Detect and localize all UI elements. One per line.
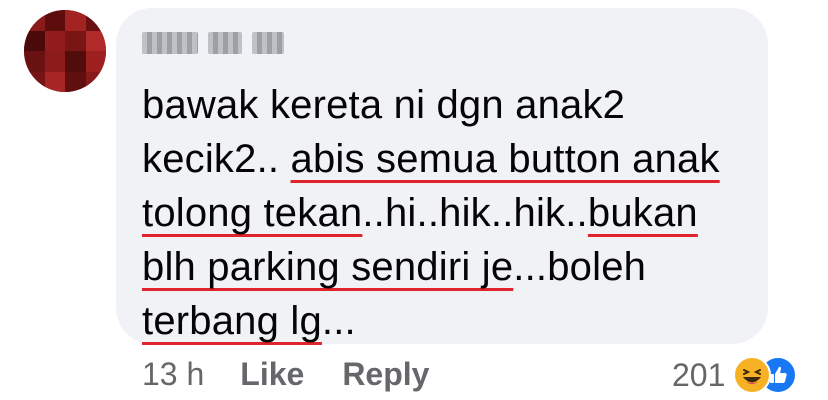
avatar-pixel <box>85 10 106 31</box>
underlined-phrase: terbang lg <box>142 299 322 343</box>
blurred-name-part <box>142 32 198 54</box>
comment-bubble: bawak kereta ni dgn anak2 kecik2.. abis s… <box>116 8 768 344</box>
avatar[interactable] <box>24 10 106 92</box>
like-button[interactable]: Like <box>240 356 304 393</box>
underlined-phrase: bukan <box>587 191 698 235</box>
comment-line: kecik2.. abis semua button anak <box>142 132 762 186</box>
comment-line: tolong tekan..hi..hik..hik..bukan <box>142 186 762 240</box>
comment-phrase: ..hi..hik..hik.. <box>362 191 588 235</box>
avatar-pixel <box>85 71 106 92</box>
comment-phrase: kecik2.. <box>142 137 291 181</box>
avatar-pixel <box>24 51 45 72</box>
comment-line: terbang lg... <box>142 294 762 348</box>
author-name[interactable] <box>142 32 284 54</box>
avatar-pixel <box>44 51 65 72</box>
underlined-phrase: blh parking sendiri je <box>142 245 514 289</box>
avatar-pixel <box>65 51 86 72</box>
avatar-pixel <box>24 71 45 92</box>
timestamp-link[interactable]: 13 h <box>142 356 204 393</box>
underlined-phrase: abis semua button anak <box>290 137 720 181</box>
comment-line: bawak kereta ni dgn anak2 <box>142 78 762 132</box>
avatar-pixel <box>85 51 106 72</box>
avatar-pixel <box>65 10 86 31</box>
reply-button[interactable]: Reply <box>342 356 429 393</box>
comment-phrase: bawak kereta ni dgn anak2 <box>142 83 626 127</box>
comment-text: bawak kereta ni dgn anak2 kecik2.. abis s… <box>142 78 762 348</box>
avatar-pixel <box>24 30 45 51</box>
avatar-pixel <box>65 30 86 51</box>
underlined-phrase: tolong tekan <box>142 191 363 235</box>
comment-phrase: ... <box>321 299 356 343</box>
blurred-name-part <box>252 32 284 54</box>
comment-phrase: ...boleh <box>513 245 647 289</box>
haha-icon <box>733 356 772 394</box>
avatar-pixel <box>44 10 65 31</box>
comment-actions: 13 h Like Reply <box>142 356 467 393</box>
reaction-summary[interactable]: 201 <box>672 356 798 394</box>
comment-line: blh parking sendiri je...boleh <box>142 240 762 294</box>
avatar-pixel <box>24 10 45 31</box>
avatar-pixel <box>44 30 65 51</box>
avatar-pixel <box>44 71 65 92</box>
avatar-pixel <box>85 30 106 51</box>
blurred-name-part <box>208 32 242 54</box>
avatar-pixel <box>65 71 86 92</box>
reaction-count: 201 <box>672 356 726 393</box>
